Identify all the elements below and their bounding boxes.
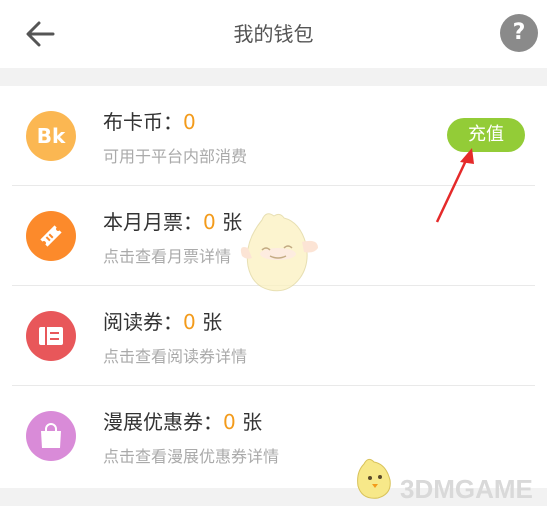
help-button[interactable]: ? (500, 14, 538, 52)
list-item-expo-coupon[interactable]: 漫展优惠券：0 张 点击查看漫展优惠券详情 (0, 386, 547, 486)
item-title: 漫展优惠券：0 张 (103, 410, 263, 434)
item-title: 本月月票：0 张 (103, 210, 243, 234)
item-title: 阅读券：0 张 (103, 310, 223, 334)
bk-coin-icon: Bk (26, 111, 76, 161)
item-subtitle: 点击查看阅读券详情 (103, 347, 248, 366)
list-item-monthly-ticket[interactable]: 本月月票：0 张 点击查看月票详情 (0, 186, 547, 286)
list-item-buka-coin[interactable]: Bk 布卡币：0 可用于平台内部消费 充值 (0, 86, 547, 186)
wallet-list: Bk 布卡币：0 可用于平台内部消费 充值 本月月票：0 张 点击查看月票详情 (0, 86, 547, 488)
item-subtitle: 点击查看漫展优惠券详情 (103, 447, 280, 466)
item-subtitle: 点击查看月票详情 (103, 247, 232, 266)
shopping-bag-icon (26, 411, 76, 461)
reading-coupon-icon (26, 311, 76, 361)
top-bar: 我的钱包 ? (0, 0, 547, 68)
help-icon: ? (512, 20, 526, 45)
item-count: 0 (223, 410, 236, 434)
item-title: 布卡币：0 (103, 110, 196, 134)
watermark-text: 3DMGAME (400, 474, 533, 504)
item-count: 0 (183, 310, 196, 334)
list-item-reading-coupon[interactable]: 阅读券：0 张 点击查看阅读券详情 (0, 286, 547, 386)
item-count: 0 (183, 110, 196, 134)
ticket-icon (26, 211, 76, 261)
recharge-button[interactable]: 充值 (447, 118, 525, 152)
item-count: 0 (203, 210, 216, 234)
page-title: 我的钱包 (233, 22, 314, 46)
item-subtitle: 可用于平台内部消费 (103, 147, 248, 166)
